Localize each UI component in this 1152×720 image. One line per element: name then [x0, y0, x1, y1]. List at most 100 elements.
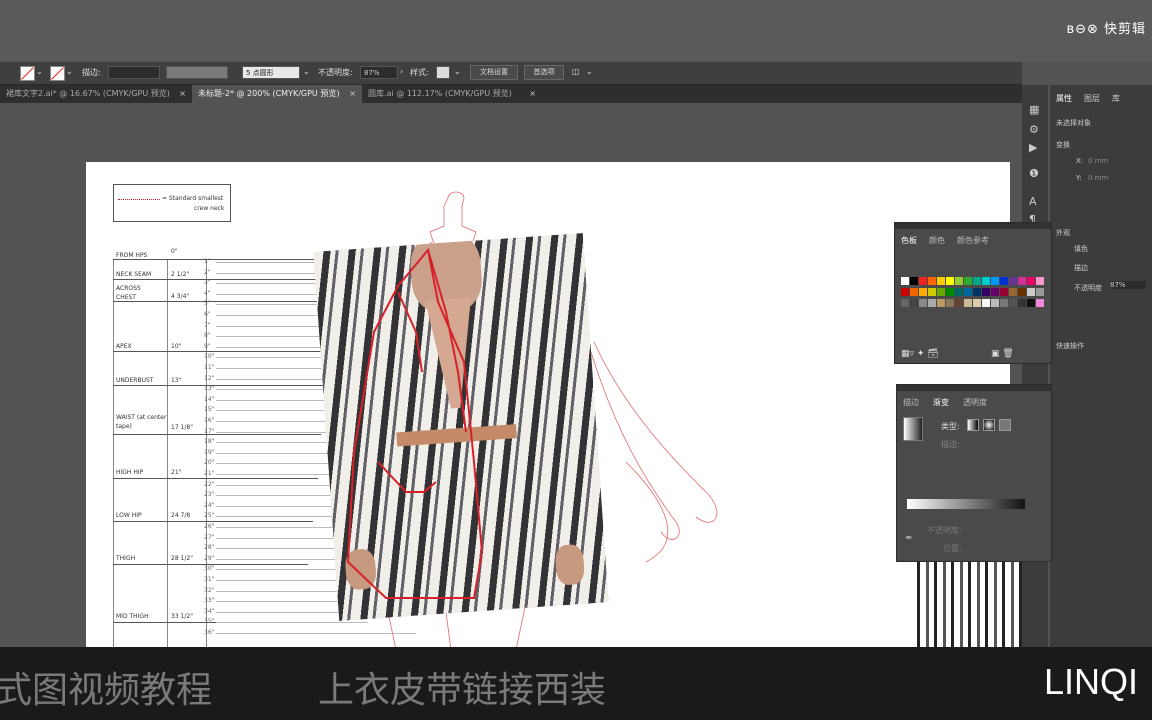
color-swatch[interactable] — [1018, 299, 1026, 307]
settings-icon[interactable]: ⚙ — [1029, 123, 1039, 136]
variable-width-profile[interactable] — [166, 66, 228, 79]
chevron-down-icon[interactable]: ⌄ — [66, 67, 73, 76]
chevron-down-icon[interactable]: ⌄ — [454, 67, 461, 76]
tab-document-3[interactable]: 圆库.ai @ 112.17% (CMYK/GPU 预览) × — [362, 85, 542, 103]
color-swatch[interactable] — [1000, 277, 1008, 285]
library-icon[interactable]: ▦▿ ✦ 🗃 — [901, 349, 939, 359]
document-setup-button[interactable]: 文档设置 — [470, 65, 518, 80]
info-icon[interactable]: ❶ — [1029, 167, 1039, 180]
panel-grip[interactable] — [895, 223, 1051, 229]
color-swatch[interactable] — [901, 277, 909, 285]
color-swatch[interactable] — [919, 299, 927, 307]
color-swatch[interactable] — [910, 288, 918, 296]
tab-stroke[interactable]: 描边 — [903, 397, 919, 408]
color-swatch[interactable] — [973, 288, 981, 296]
color-swatch[interactable] — [1009, 288, 1017, 296]
color-swatch[interactable] — [928, 288, 936, 296]
tab-libraries[interactable]: 库 — [1112, 93, 1120, 104]
tab-document-1[interactable]: 裙库文字2.ai* @ 16.67% (CMYK/GPU 预览) × — [0, 85, 192, 103]
color-swatch[interactable] — [901, 299, 909, 307]
color-swatch[interactable] — [973, 277, 981, 285]
freeform-gradient-button[interactable] — [999, 419, 1011, 431]
color-swatch[interactable] — [910, 277, 918, 285]
color-swatch[interactable] — [991, 277, 999, 285]
y-label: Y: — [1076, 174, 1082, 182]
color-swatch[interactable] — [1027, 277, 1035, 285]
color-swatch[interactable] — [982, 277, 990, 285]
color-swatch[interactable] — [928, 299, 936, 307]
chevron-down-icon[interactable]: ⌄ — [36, 67, 43, 76]
color-swatch[interactable] — [955, 299, 963, 307]
fill-swatch[interactable] — [20, 66, 35, 81]
color-swatch[interactable] — [955, 277, 963, 285]
opacity-input[interactable]: 87% — [1110, 281, 1146, 289]
color-swatch[interactable] — [964, 277, 972, 285]
tab-gradient[interactable]: 渐变 — [933, 397, 949, 408]
color-swatch[interactable] — [901, 288, 909, 296]
arrange-icon[interactable]: ◫ — [572, 67, 580, 76]
swatch-grid[interactable] — [901, 277, 1047, 310]
chevron-down-icon[interactable]: ⌄ — [303, 67, 310, 76]
style-swatch[interactable] — [436, 66, 450, 79]
color-swatch[interactable] — [946, 299, 954, 307]
close-icon[interactable]: × — [179, 85, 186, 103]
color-swatch[interactable] — [919, 277, 927, 285]
color-swatch[interactable] — [1027, 288, 1035, 296]
color-swatch[interactable] — [919, 288, 927, 296]
color-swatch[interactable] — [937, 277, 945, 285]
tab-document-2[interactable]: 未标题-2* @ 200% (CMYK/GPU 预览) × — [192, 85, 362, 103]
color-swatch[interactable] — [964, 299, 972, 307]
artboard[interactable]: = Standard smallest crew neck FROM HPS 0… — [86, 162, 1010, 650]
color-swatch[interactable] — [991, 288, 999, 296]
gradient-preview[interactable] — [903, 417, 923, 441]
x-input[interactable]: 0 mm — [1088, 157, 1108, 165]
color-swatch[interactable] — [1027, 299, 1035, 307]
color-swatch[interactable] — [1000, 299, 1008, 307]
color-swatch[interactable] — [1036, 288, 1044, 296]
stroke-swatch[interactable] — [50, 66, 65, 81]
y-input[interactable]: 0 mm — [1088, 174, 1108, 182]
tab-transparency[interactable]: 透明度 — [963, 397, 987, 408]
color-swatch[interactable] — [964, 288, 972, 296]
color-swatch[interactable] — [1000, 288, 1008, 296]
stroke-weight-input[interactable] — [108, 66, 160, 79]
chevron-right-icon[interactable]: › — [400, 67, 403, 76]
radial-gradient-button[interactable] — [983, 419, 995, 431]
character-icon[interactable]: A — [1029, 195, 1037, 208]
tab-color-guide[interactable]: 颜色参考 — [957, 235, 989, 246]
color-swatch[interactable] — [928, 277, 936, 285]
close-icon[interactable]: × — [529, 85, 536, 103]
play-icon[interactable]: ▶ — [1029, 141, 1037, 154]
color-swatch[interactable] — [1018, 277, 1026, 285]
brush-definition[interactable]: 5 点圆形 — [242, 66, 300, 79]
panel-grip[interactable] — [897, 385, 1051, 391]
linear-gradient-button[interactable] — [967, 419, 979, 431]
color-swatch[interactable] — [1009, 277, 1017, 285]
color-swatch[interactable] — [946, 288, 954, 296]
tab-layers[interactable]: 图层 — [1084, 93, 1100, 104]
color-swatch[interactable] — [937, 288, 945, 296]
color-swatch[interactable] — [1009, 299, 1017, 307]
color-swatch[interactable] — [982, 288, 990, 296]
color-swatch[interactable] — [982, 299, 990, 307]
tab-properties[interactable]: 属性 — [1056, 93, 1072, 104]
color-swatch[interactable] — [991, 299, 999, 307]
color-swatch[interactable] — [1036, 277, 1044, 285]
color-swatch[interactable] — [946, 277, 954, 285]
tab-color[interactable]: 颜色 — [929, 235, 945, 246]
properties-icon[interactable]: ▦ — [1029, 103, 1039, 116]
color-swatch[interactable] — [1018, 288, 1026, 296]
color-swatch[interactable] — [937, 299, 945, 307]
document-tabs: 裙库文字2.ai* @ 16.67% (CMYK/GPU 预览) × 未标题-2… — [0, 85, 1022, 103]
chevron-down-icon[interactable]: ⌄ — [586, 67, 593, 76]
preferences-button[interactable]: 首选项 — [524, 65, 564, 80]
color-swatch[interactable] — [973, 299, 981, 307]
new-swatch-icon[interactable]: ▣ 🗑 — [991, 349, 1014, 359]
color-swatch[interactable] — [955, 288, 963, 296]
tab-swatches[interactable]: 色板 — [901, 235, 917, 246]
close-icon[interactable]: × — [349, 85, 356, 103]
gradient-slider[interactable] — [907, 499, 1025, 509]
color-swatch[interactable] — [1036, 299, 1044, 307]
eyedropper-icon[interactable]: ✒ — [905, 533, 913, 544]
color-swatch[interactable] — [910, 299, 918, 307]
